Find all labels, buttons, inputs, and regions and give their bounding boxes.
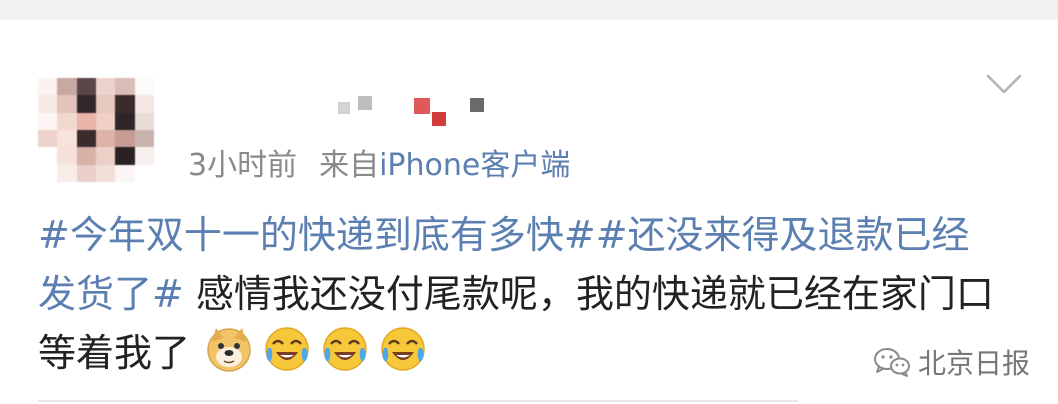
post-source-client[interactable]: iPhone客户端 <box>379 148 570 183</box>
username-redacted[interactable] <box>338 92 508 132</box>
laugh-cry-emoji-icon <box>381 327 425 371</box>
wechat-icon <box>874 348 910 377</box>
post-time: 3小时前 <box>188 148 298 183</box>
divider <box>38 400 798 402</box>
avatar[interactable] <box>38 78 154 182</box>
post-source-prefix: 来自 <box>319 148 380 183</box>
watermark-label: 北京日报 <box>918 347 1031 380</box>
laugh-cry-emoji-icon <box>323 327 367 371</box>
top-separator <box>0 0 1058 20</box>
watermark: 北京日报 <box>872 342 1030 382</box>
post-meta: 3小时前 来自iPhone客户端 <box>188 140 570 184</box>
doge-emoji-icon <box>207 328 251 372</box>
hashtag-link[interactable]: #今年双十一的快递到底有多快# <box>38 213 596 257</box>
laugh-cry-emoji-icon <box>265 327 309 371</box>
post-content: #今年双十一的快递到底有多快##还没来得及退款已经发货了# 感情我还没付尾款呢，… <box>38 206 998 383</box>
chevron-down-icon[interactable] <box>984 70 1024 98</box>
